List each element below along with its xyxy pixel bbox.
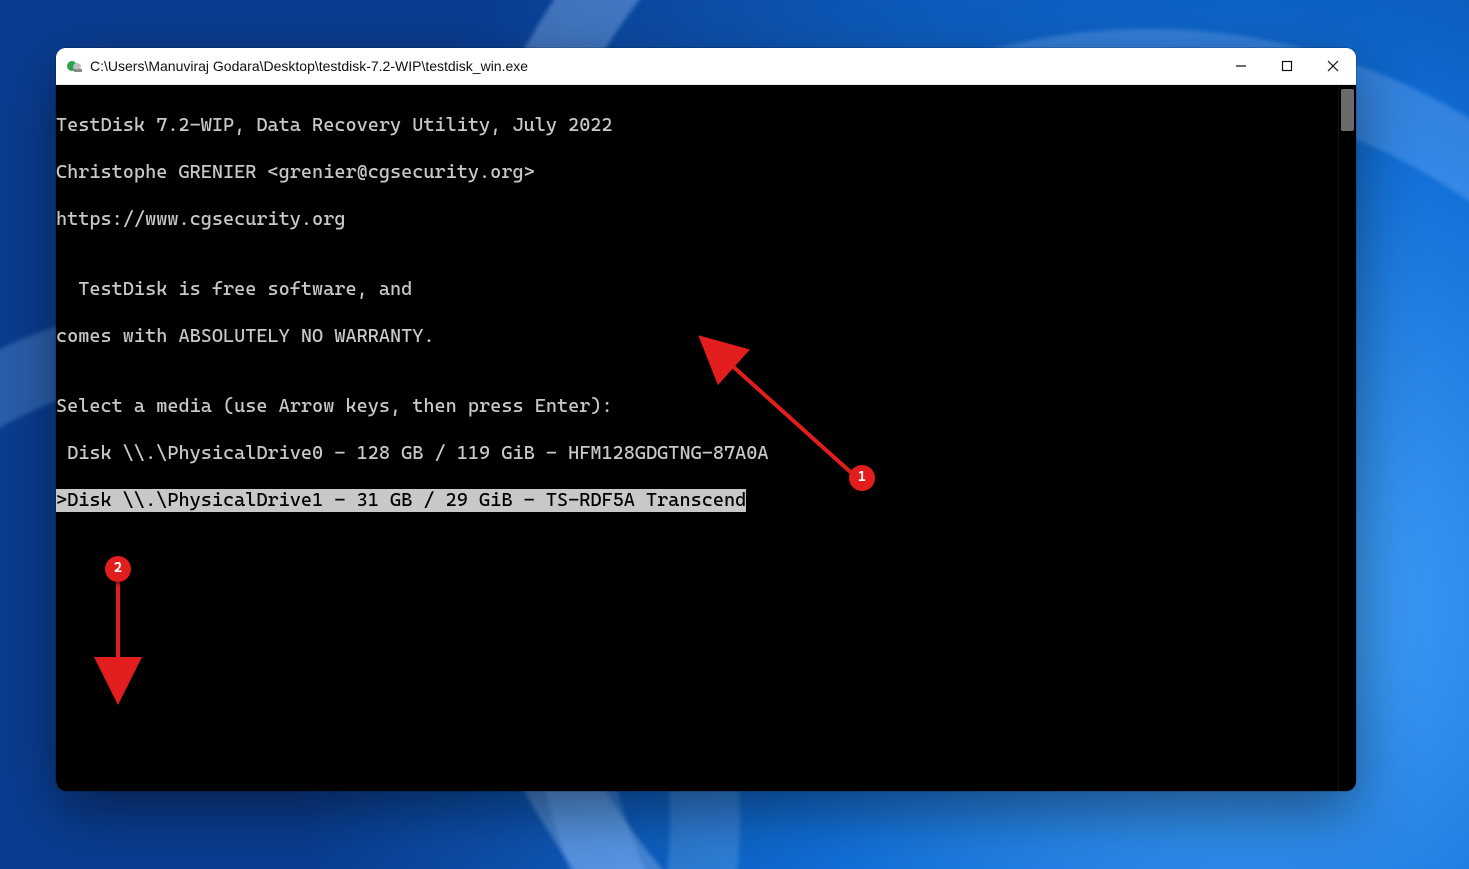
app-icon [66,57,84,75]
disk-option-1-selected[interactable]: >Disk \\.\PhysicalDrive1 - 31 GB / 29 Gi… [56,489,1338,512]
window-title: C:\Users\Manuviraj Godara\Desktop\testdi… [90,58,528,74]
annotation-badge-2: 2 [105,556,131,582]
disk-option-0[interactable]: Disk \\.\PhysicalDrive0 - 128 GB / 119 G… [56,442,1338,465]
console-window: C:\Users\Manuviraj Godara\Desktop\testdi… [56,48,1356,791]
close-button[interactable] [1310,48,1356,84]
vertical-scrollbar[interactable] [1338,85,1356,791]
terminal-output[interactable]: TestDisk 7.2-WIP, Data Recovery Utility,… [56,85,1338,791]
scrollbar-thumb[interactable] [1341,89,1354,131]
terminal-line: TestDisk 7.2-WIP, Data Recovery Utility,… [56,114,1338,137]
annotation-badge-1: 1 [849,465,875,491]
terminal-line: comes with ABSOLUTELY NO WARRANTY. [56,325,1338,348]
maximize-button[interactable] [1264,48,1310,84]
window-titlebar[interactable]: C:\Users\Manuviraj Godara\Desktop\testdi… [56,48,1356,85]
terminal-prompt-select: Select a media (use Arrow keys, then pre… [56,395,1338,418]
terminal-line: https://www.cgsecurity.org [56,208,1338,231]
terminal-line: TestDisk is free software, and [56,278,1338,301]
terminal-line: Christophe GRENIER <grenier@cgsecurity.o… [56,161,1338,184]
minimize-button[interactable] [1218,48,1264,84]
